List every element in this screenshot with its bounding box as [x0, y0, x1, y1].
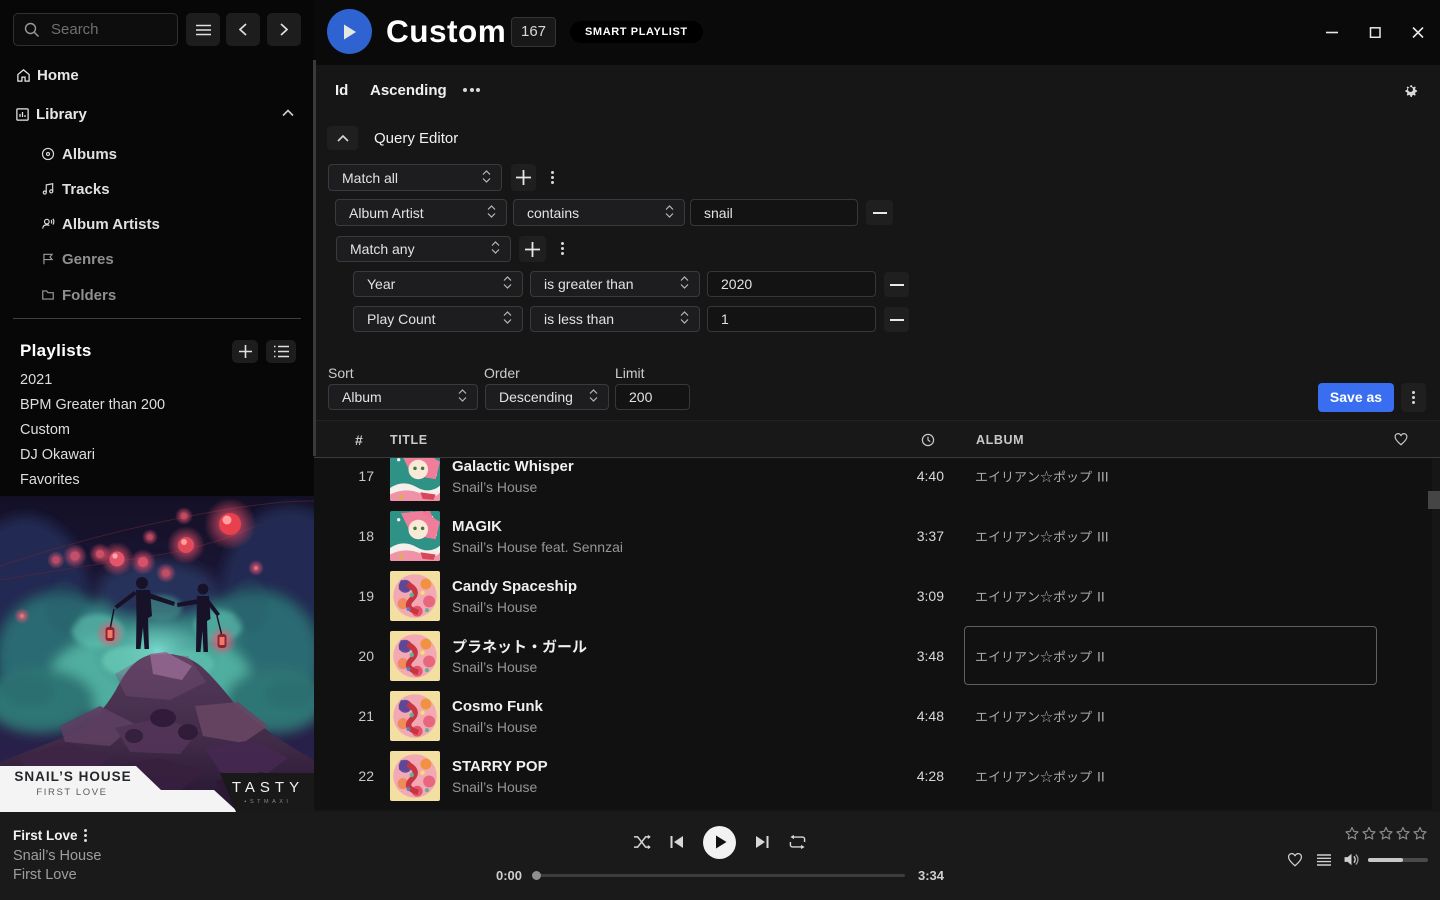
svg-text:TASTY: TASTY	[232, 779, 304, 796]
svg-text:▪STMAXI: ▪STMAXI	[245, 799, 292, 805]
svg-text:II: II	[1097, 769, 1105, 785]
svg-text:II: II	[1097, 649, 1105, 665]
svg-text:III: III	[1097, 469, 1109, 485]
svg-text:II: II	[1097, 709, 1105, 725]
svg-text:FIRST LOVE: FIRST LOVE	[36, 787, 107, 798]
svg-text:II: II	[1097, 589, 1105, 605]
svg-text:SNAIL’S HOUSE: SNAIL’S HOUSE	[14, 769, 131, 784]
svg-text:III: III	[1097, 529, 1109, 545]
